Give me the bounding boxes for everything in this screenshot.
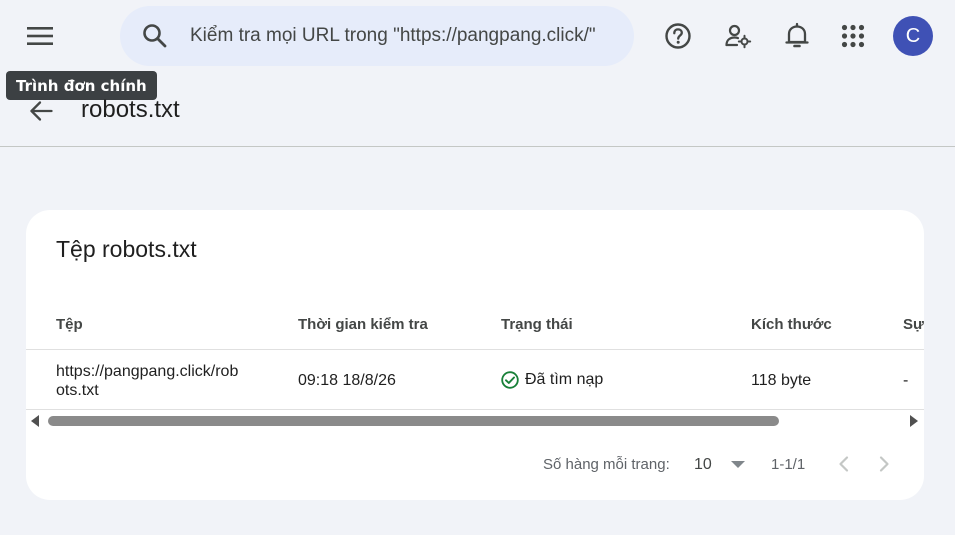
next-page-button[interactable]: [872, 452, 896, 476]
card-title: Tệp robots.txt: [56, 236, 197, 262]
notifications-icon: [785, 22, 809, 48]
top-bar: C: [0, 0, 955, 72]
dropdown-caret-icon[interactable]: [731, 461, 745, 468]
cell-file-line-2: ots.txt: [56, 382, 99, 399]
rows-per-page-select[interactable]: 10: [694, 456, 712, 474]
notifications-button[interactable]: [779, 18, 815, 54]
settings-users-button[interactable]: [720, 18, 756, 54]
url-inspection-search[interactable]: [120, 6, 634, 66]
column-header-extra[interactable]: Sự: [903, 316, 924, 333]
header-row-divider: [26, 349, 924, 350]
cell-checked-time: 09:18 18/8/26: [298, 372, 396, 389]
robots-files-card: Tệp robots.txt Tệp Thời gian kiểm tra Tr…: [26, 210, 924, 500]
column-header-size[interactable]: Kích thước: [751, 316, 832, 333]
cell-extra: -: [903, 372, 909, 389]
back-button[interactable]: [24, 94, 58, 128]
main-menu-button[interactable]: [22, 18, 58, 54]
previous-page-button[interactable]: [832, 452, 856, 476]
chevron-right-icon: [879, 456, 889, 472]
chevron-left-icon: [839, 456, 849, 472]
page-title: robots.txt: [81, 96, 180, 123]
help-icon: [665, 23, 691, 49]
rows-per-page-label: Số hàng mỗi trang:: [543, 456, 670, 473]
cell-file-line-1: https://pangpang.click/rob: [56, 363, 239, 380]
arrow-back-icon: [30, 101, 53, 121]
google-apps-button[interactable]: [835, 18, 871, 54]
column-header-status[interactable]: Trạng thái: [501, 316, 573, 333]
check-circle-icon: [501, 371, 519, 394]
scrollbar-thumb[interactable]: [48, 416, 779, 426]
search-icon: [142, 23, 168, 54]
search-input[interactable]: [190, 20, 628, 52]
scroll-left-arrow-icon[interactable]: [31, 415, 39, 427]
header-divider: [0, 146, 955, 147]
cell-status: Đã tìm nạp: [525, 371, 604, 388]
row-divider: [26, 409, 924, 410]
apps-icon: [841, 24, 865, 48]
cell-file[interactable]: https://pangpang.click/rob ots.txt: [56, 362, 238, 400]
help-button[interactable]: [660, 18, 696, 54]
pagination-range: 1-1/1: [771, 456, 806, 473]
cell-size: 118 byte: [751, 372, 812, 389]
column-header-checked-time[interactable]: Thời gian kiểm tra: [298, 316, 428, 333]
account-avatar[interactable]: C: [893, 16, 933, 56]
manage-accounts-icon: [725, 24, 752, 49]
menu-icon: [27, 27, 53, 45]
scroll-right-arrow-icon[interactable]: [910, 415, 918, 427]
column-header-file[interactable]: Tệp: [56, 316, 83, 333]
